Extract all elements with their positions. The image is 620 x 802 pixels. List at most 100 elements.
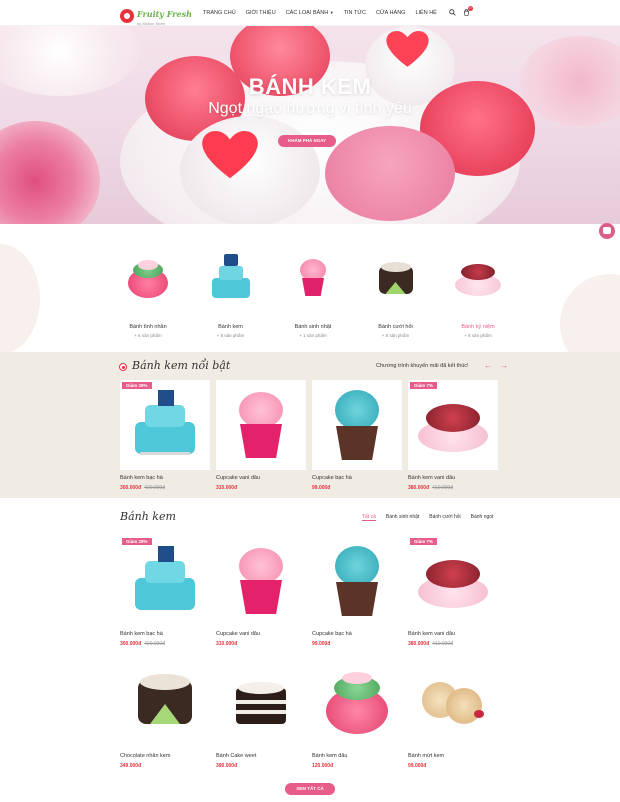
logo-title: Fruity Fresh (137, 9, 192, 19)
nav-contact[interactable]: Liên hệ (415, 10, 436, 16)
product-name: Bánh kem vani dâu (408, 631, 456, 637)
category-section: Bánh tình nhân + 6 sản phẩm Bánh kem + 8… (0, 224, 620, 352)
category-item[interactable]: Bánh sinh nhật + 1 sản phẩm (283, 248, 343, 338)
product-image (312, 536, 402, 626)
product-name: Cupcake vani dâu (216, 475, 261, 481)
product-price: 99.000đ (312, 641, 331, 647)
tab-all[interactable]: Tất cả (362, 514, 376, 521)
product-name: Bánh kem dâu (312, 753, 348, 759)
category-item[interactable]: Bánh kỷ niệm + 8 sản phẩm (448, 248, 508, 338)
view-all-button[interactable]: Xem tất cả (285, 783, 335, 795)
product-price: 300.000đ (120, 641, 142, 647)
product-image (120, 658, 210, 748)
featured-title: Bánh kem nổi bật (132, 359, 231, 372)
product-price: 310.000đ (216, 485, 238, 491)
category-item[interactable]: Bánh kem + 8 sản phẩm (201, 248, 261, 338)
product-image (216, 658, 306, 748)
product-card[interactable]: Giảm 7% Bánh kem vani dâu 380.000đ 410.00… (408, 536, 498, 647)
category-image (371, 254, 421, 304)
product-price: 99.000đ (312, 485, 331, 491)
background-blob (560, 274, 620, 352)
slider-arrows[interactable]: ← → (484, 361, 511, 370)
product-card[interactable]: Cupcake vani dâu 310.000đ (216, 380, 306, 491)
category-item[interactable]: Bánh tình nhân + 6 sản phẩm (118, 248, 178, 338)
category-name: Bánh tình nhân (129, 324, 167, 330)
category-count: + 8 sản phẩm (216, 333, 245, 338)
product-card[interactable]: Cupcake bạc hà 99.000đ (312, 380, 402, 491)
product-card[interactable]: Cupcake vani dâu 310.000đ (216, 536, 306, 647)
product-card[interactable]: Chocolate nhân kem 349.000đ (120, 658, 210, 769)
discount-badge: Giảm 29% (122, 382, 152, 389)
category-count: + 8 sản phẩm (381, 333, 410, 338)
cake-decoration (325, 126, 455, 221)
category-name: Bánh kỷ niệm (461, 324, 495, 330)
product-card[interactable]: Bánh Cake weet 390.000đ (216, 658, 306, 769)
hero-banner: BÁNH KEM Ngọt ngào hương vị tình yêu Khá… (0, 26, 620, 224)
nav-store[interactable]: Cửa hàng (376, 10, 405, 16)
product-price: 349.000đ (120, 763, 142, 769)
logo[interactable]: Fruity Fresh by Motion Store (120, 5, 192, 26)
nav-home[interactable]: Trang chủ (203, 10, 236, 16)
product-card[interactable]: Bánh mứt kem 99.000đ (408, 658, 498, 769)
category-name: Bánh sinh nhật (294, 324, 332, 330)
category-count: + 6 sản phẩm (134, 333, 162, 338)
record-dot-icon (119, 363, 127, 371)
search-icon[interactable] (449, 9, 456, 16)
logo-icon (120, 8, 134, 23)
tab-sweet[interactable]: Bánh ngọt (471, 514, 494, 521)
featured-section (0, 352, 620, 498)
rose-decoration (0, 121, 100, 224)
hero-subtitle: Ngọt ngào hương vị tình yêu (208, 100, 412, 117)
category-image (288, 254, 338, 304)
product-name: Bánh kem vani dâu (408, 475, 456, 481)
category-image (206, 254, 256, 304)
heart-decoration (386, 31, 429, 67)
product-name: Bánh Cake weet (216, 753, 257, 759)
product-card[interactable]: Giảm 29% Bánh kem bạc hà 300.000đ 420.000… (120, 536, 210, 647)
site-header: Fruity Fresh by Motion Store Trang chủ G… (0, 0, 620, 26)
chat-icon (603, 227, 611, 234)
product-image (312, 658, 402, 748)
product-image: Giảm 7% (408, 536, 498, 626)
product-name: Cupcake bạc hà (312, 631, 352, 637)
product-price: 380.000đ (408, 641, 430, 647)
product-price: 300.000đ (120, 485, 142, 491)
nav-about[interactable]: Giới thiệu (246, 10, 276, 16)
category-name: Bánh cưới hỏi (378, 324, 413, 330)
tab-birthday[interactable]: Bánh sinh nhật (386, 514, 419, 521)
discount-badge: Giảm 7% (410, 538, 438, 545)
cart-icon[interactable]: 0 (463, 6, 473, 16)
discount-badge: Giảm 29% (122, 538, 152, 545)
product-image: Giảm 7% (408, 380, 498, 470)
product-price: 310.000đ (216, 641, 238, 647)
category-item[interactable]: Bánh cưới hỏi + 8 sản phẩm (366, 248, 426, 338)
category-count: + 1 sản phẩm (299, 333, 327, 338)
promo-text: Chương trình khuyến mãi đã kết thúc! (376, 363, 469, 369)
nav-cakes-label: Các loại bánh (285, 10, 329, 16)
tab-wedding[interactable]: Bánh cưới hỏi (429, 514, 460, 521)
product-price: 380.000đ (408, 485, 430, 491)
product-image (216, 380, 306, 470)
discount-badge: Giảm 7% (410, 382, 438, 389)
product-image (312, 380, 402, 470)
product-card[interactable]: Giảm 29% Bánh kem bạc hà 300.000đ 420.000… (120, 380, 210, 491)
product-name: Cupcake vani dâu (216, 631, 261, 637)
chat-button[interactable] (599, 223, 615, 239)
product-image (216, 536, 306, 626)
background-blob (0, 244, 40, 352)
product-card[interactable]: Giảm 7% Bánh kem vani dâu 380.000đ 410.00… (408, 380, 498, 491)
filter-tabs: Tất cả Bánh sinh nhật Bánh cưới hỏi Bánh… (362, 514, 503, 521)
product-name: Cupcake bạc hà (312, 475, 352, 481)
product-name: Bánh mứt kem (408, 753, 445, 759)
category-name: Bánh kem (218, 324, 243, 330)
hero-title: BÁNH KEM (248, 74, 372, 99)
product-name: Bánh kem bạc hà (120, 631, 163, 637)
heart-decoration (202, 131, 258, 179)
product-card[interactable]: Bánh kem dâu 120.000đ (312, 658, 402, 769)
category-image (453, 254, 503, 304)
nav-cakes[interactable]: Các loại bánh ▼ (286, 10, 334, 16)
explore-button[interactable]: Khám phá ngay (278, 135, 336, 147)
product-old-price: 420.000đ (144, 641, 165, 647)
product-card[interactable]: Cupcake bạc hà 99.000đ (312, 536, 402, 647)
nav-news[interactable]: Tin tức (344, 10, 366, 16)
